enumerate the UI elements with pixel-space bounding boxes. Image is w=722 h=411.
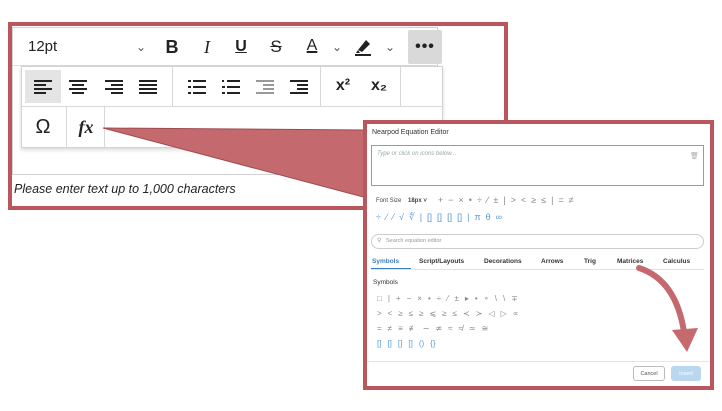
curved-arrow-annotation	[636, 265, 698, 352]
